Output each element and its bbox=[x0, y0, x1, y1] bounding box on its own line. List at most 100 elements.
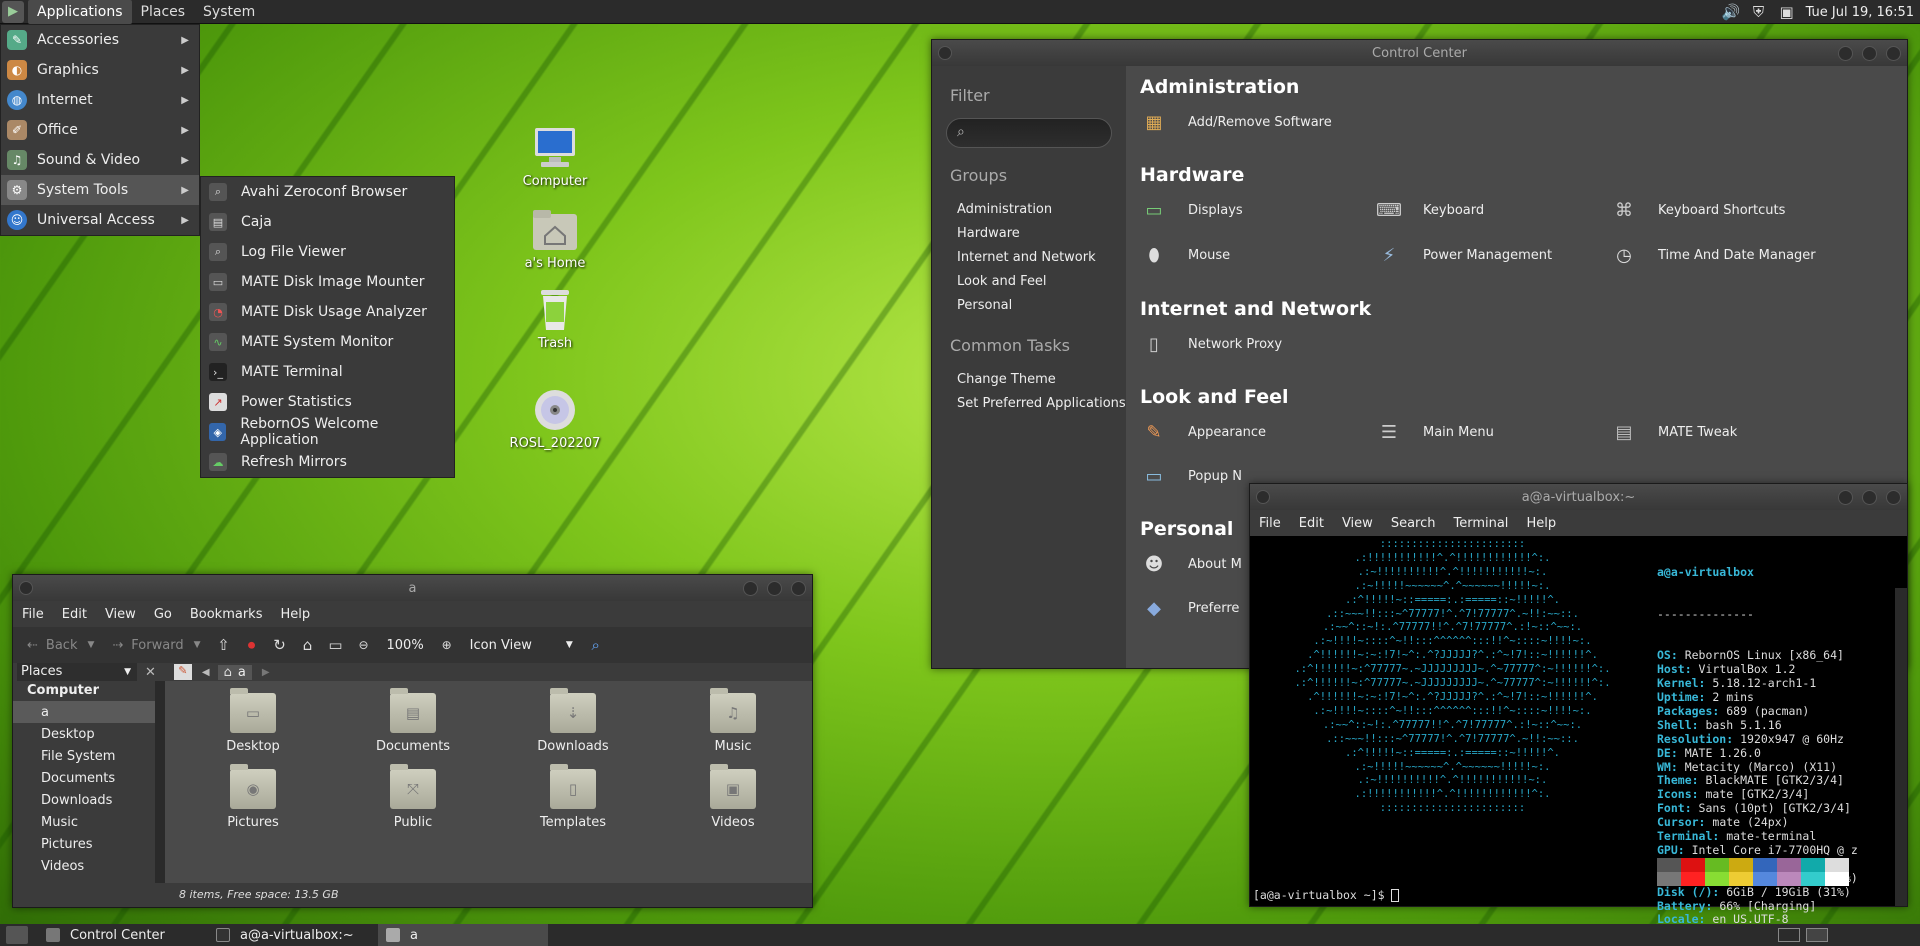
minimize-button[interactable] bbox=[1838, 490, 1853, 505]
taskbar-control-center[interactable]: Control Center bbox=[38, 924, 208, 946]
taskbar-file-manager[interactable]: a bbox=[378, 924, 548, 946]
menu-universal-access[interactable]: ☺ Universal Access ▶ bbox=[1, 205, 199, 235]
menu-file[interactable]: File bbox=[1250, 516, 1290, 531]
window-menu-button[interactable] bbox=[1256, 490, 1270, 504]
shield-icon[interactable]: ⛨ bbox=[1750, 3, 1768, 21]
submenu-refresh-mirrors[interactable]: ☁ Refresh Mirrors bbox=[201, 447, 454, 477]
maximize-button[interactable] bbox=[1862, 490, 1877, 505]
menu-bookmarks[interactable]: Bookmarks bbox=[181, 607, 272, 622]
mate-logo-icon[interactable]: ▶ bbox=[2, 0, 24, 23]
minimize-button[interactable] bbox=[1838, 46, 1853, 61]
submenu-avahi[interactable]: ⌕ Avahi Zeroconf Browser bbox=[201, 177, 454, 207]
show-desktop-icon[interactable] bbox=[6, 926, 28, 944]
submenu-system-monitor[interactable]: ∿ MATE System Monitor bbox=[201, 327, 454, 357]
workspace-2[interactable] bbox=[1806, 928, 1828, 942]
back-button[interactable]: ⇠ Back ▼ bbox=[21, 638, 100, 653]
sidebar-item-music[interactable]: Music bbox=[13, 811, 165, 833]
maximize-button[interactable] bbox=[1862, 46, 1877, 61]
maximize-button[interactable] bbox=[767, 581, 782, 596]
item-mouse[interactable]: ⬮ Mouse bbox=[1140, 241, 1230, 269]
folder-templates[interactable]: ▯ Templates bbox=[518, 764, 628, 830]
menu-help[interactable]: Help bbox=[271, 607, 319, 622]
folder-videos[interactable]: ▣ Videos bbox=[678, 764, 788, 830]
chevron-right-icon[interactable]: ▶ bbox=[262, 667, 270, 678]
group-link-personal[interactable]: Personal bbox=[957, 298, 1012, 313]
group-link-look-and-feel[interactable]: Look and Feel bbox=[957, 274, 1047, 289]
menu-view[interactable]: View bbox=[96, 607, 145, 622]
submenu-terminal[interactable]: ›_ MATE Terminal bbox=[201, 357, 454, 387]
minimize-button[interactable] bbox=[743, 581, 758, 596]
chevron-left-icon[interactable]: ◀ bbox=[202, 667, 210, 678]
item-keyboard[interactable]: ⌨ Keyboard bbox=[1375, 196, 1484, 224]
submenu-disk-usage[interactable]: ◔ MATE Disk Usage Analyzer bbox=[201, 297, 454, 327]
submenu-log-viewer[interactable]: ⌕ Log File Viewer bbox=[201, 237, 454, 267]
menu-go[interactable]: Go bbox=[145, 607, 181, 622]
menu-search[interactable]: Search bbox=[1382, 516, 1445, 531]
folder-desktop[interactable]: ▭ Desktop bbox=[198, 688, 308, 754]
filter-search-input[interactable]: ⌕ bbox=[946, 118, 1112, 148]
submenu-rebornos-welcome[interactable]: ◈ RebornOS Welcome Application bbox=[201, 416, 454, 448]
item-preferred-apps[interactable]: ◆ Preferre bbox=[1140, 594, 1239, 622]
item-about-me[interactable]: ☻ About M bbox=[1140, 550, 1242, 578]
zoom-in-icon[interactable]: ⊕ bbox=[436, 634, 458, 656]
folder-documents[interactable]: ▤ Documents bbox=[358, 688, 468, 754]
folder-pictures[interactable]: ◉ Pictures bbox=[198, 764, 308, 830]
group-link-hardware[interactable]: Hardware bbox=[957, 226, 1020, 241]
home-icon[interactable]: ⌂ bbox=[297, 634, 319, 656]
close-button[interactable] bbox=[1886, 46, 1901, 61]
item-time-date[interactable]: ◷ Time And Date Manager bbox=[1610, 241, 1816, 269]
search-icon[interactable]: ⌕ bbox=[585, 634, 607, 656]
up-arrow-icon[interactable]: ⇧ bbox=[213, 634, 235, 656]
zoom-out-icon[interactable]: ⊖ bbox=[353, 634, 375, 656]
places-selector[interactable]: Places ▼ bbox=[17, 663, 137, 681]
close-button[interactable] bbox=[791, 581, 806, 596]
window-menu-button[interactable] bbox=[938, 46, 952, 60]
computer-icon[interactable]: ▭ bbox=[325, 634, 347, 656]
menu-graphics[interactable]: ◐ Graphics ▶ bbox=[1, 55, 199, 85]
desktop-computer[interactable]: Computer bbox=[505, 126, 605, 189]
item-main-menu[interactable]: ☰ Main Menu bbox=[1375, 418, 1494, 446]
folder-public[interactable]: ⤧ Public bbox=[358, 764, 468, 830]
item-mate-tweak[interactable]: ▤ MATE Tweak bbox=[1610, 418, 1737, 446]
edit-path-icon[interactable]: ✎ bbox=[173, 664, 192, 680]
menu-file[interactable]: File bbox=[13, 607, 53, 622]
menu-office[interactable]: ✐ Office ▶ bbox=[1, 115, 199, 145]
item-add-remove-software[interactable]: ▦ Add/Remove Software bbox=[1140, 108, 1331, 136]
menu-view[interactable]: View bbox=[1333, 516, 1382, 531]
control-center-titlebar[interactable]: Control Center bbox=[932, 40, 1907, 66]
sidebar-item-file-system[interactable]: File System bbox=[13, 745, 165, 767]
sidebar-item-pictures[interactable]: Pictures bbox=[13, 833, 165, 855]
close-button[interactable] bbox=[1886, 490, 1901, 505]
menu-accessories[interactable]: ✎ Accessories ▶ bbox=[1, 25, 199, 55]
menu-internet[interactable]: ◍ Internet ▶ bbox=[1, 85, 199, 115]
window-menu-button[interactable] bbox=[19, 581, 33, 595]
network-icon[interactable]: ▣ bbox=[1778, 3, 1796, 21]
volume-icon[interactable]: 🔊 bbox=[1722, 3, 1741, 21]
menu-terminal[interactable]: Terminal bbox=[1444, 516, 1517, 531]
terminal-titlebar[interactable]: a@a-virtualbox:~ bbox=[1250, 484, 1907, 510]
sidebar-item-videos[interactable]: Videos bbox=[13, 855, 165, 877]
sidebar-scrollbar[interactable] bbox=[155, 681, 165, 883]
close-sidebar-icon[interactable]: ✕ bbox=[145, 665, 156, 680]
shell-prompt[interactable]: [a@a-virtualbox ~]$ bbox=[1253, 888, 1400, 902]
terminal-scrollbar[interactable] bbox=[1895, 588, 1907, 906]
menu-help[interactable]: Help bbox=[1517, 516, 1565, 531]
task-change-theme[interactable]: Change Theme bbox=[957, 372, 1056, 387]
submenu-disk-image-mounter[interactable]: ▭ MATE Disk Image Mounter bbox=[201, 267, 454, 297]
group-link-administration[interactable]: Administration bbox=[957, 202, 1052, 217]
taskbar-terminal[interactable]: a@a-virtualbox:~ bbox=[208, 924, 378, 946]
menu-sound-video[interactable]: ♫ Sound & Video ▶ bbox=[1, 145, 199, 175]
desktop-trash[interactable]: Trash bbox=[505, 288, 605, 351]
file-manager-titlebar[interactable]: a bbox=[13, 575, 812, 601]
menu-system-tools[interactable]: ⚙ System Tools ▶ bbox=[1, 175, 199, 205]
menu-edit[interactable]: Edit bbox=[1290, 516, 1333, 531]
desktop-home[interactable]: a's Home bbox=[505, 208, 605, 271]
task-set-preferred-apps[interactable]: Set Preferred Applications bbox=[957, 396, 1126, 411]
view-mode-select[interactable]: Icon View ▼ bbox=[464, 638, 579, 653]
workspace-1[interactable] bbox=[1778, 928, 1800, 942]
terminal-output[interactable]: ::::::::::::::::::::::: .:!!!!!!!!!!!^.^!… bbox=[1250, 536, 1907, 926]
sidebar-item-documents[interactable]: Documents bbox=[13, 767, 165, 789]
sidebar-item-desktop[interactable]: Desktop bbox=[13, 723, 165, 745]
reload-icon[interactable]: ↻ bbox=[269, 634, 291, 656]
places-menu[interactable]: Places bbox=[132, 0, 195, 24]
